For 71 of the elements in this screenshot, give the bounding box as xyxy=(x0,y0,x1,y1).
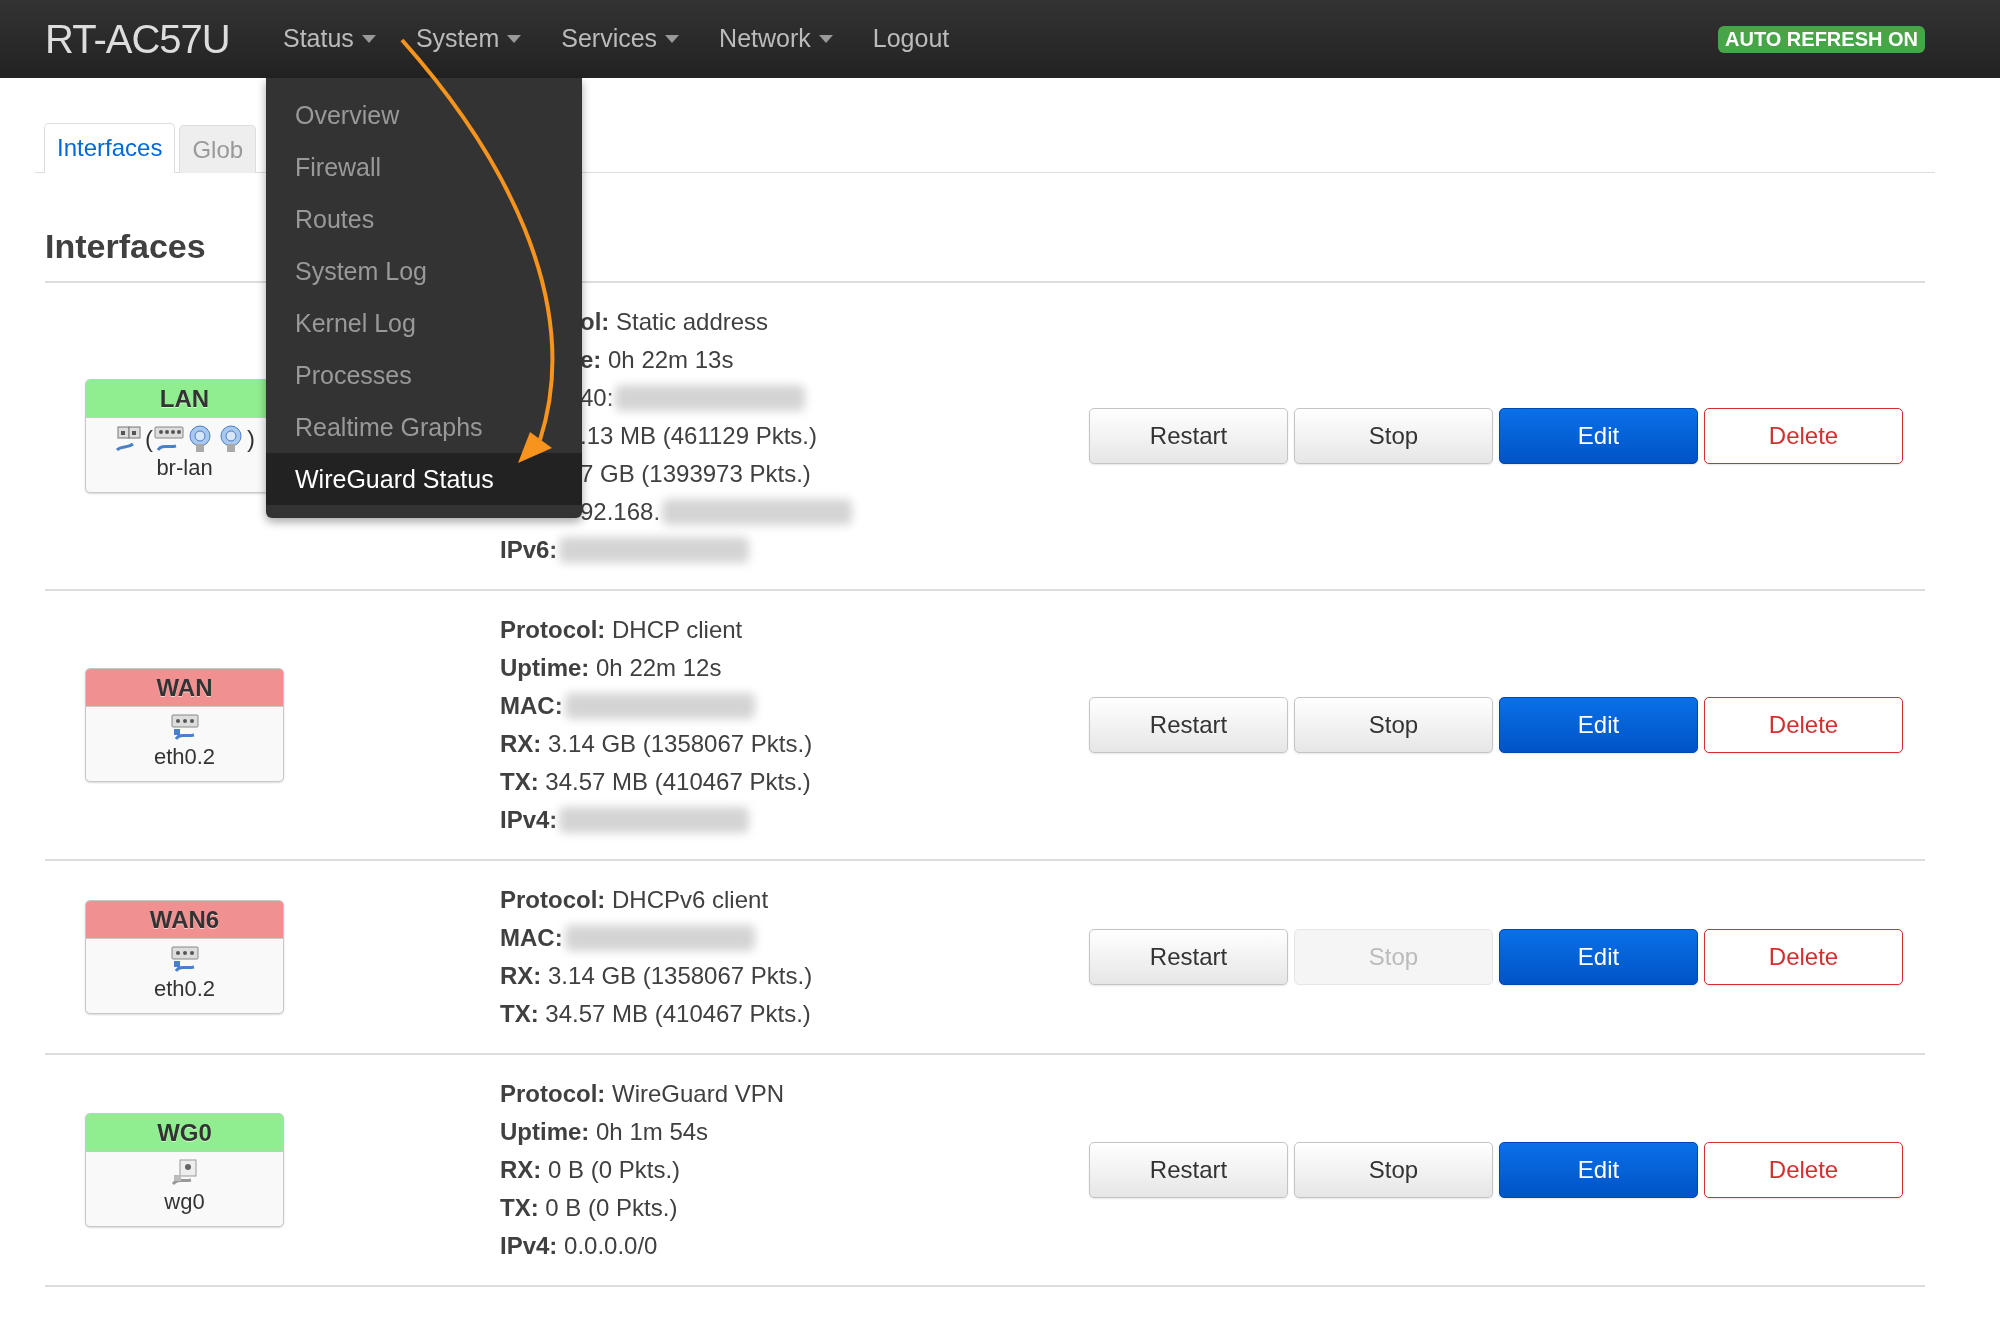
ethernet-port-icon xyxy=(169,945,200,975)
interface-name: WG0 xyxy=(86,1114,283,1152)
detail-text: 40: xyxy=(580,383,614,413)
tab[interactable]: Interfaces xyxy=(44,123,176,173)
action-button[interactable]: Delete xyxy=(1704,408,1903,464)
nav-menu[interactable]: Network xyxy=(699,20,853,58)
detail-text: TX: 34.57 MB (410467 Pkts.) xyxy=(500,767,811,797)
ethernet-switch-icon xyxy=(154,424,184,454)
nav-menu[interactable]: Status xyxy=(263,20,396,58)
nav-menu[interactable]: Logout xyxy=(852,20,970,58)
action-button[interactable]: Restart xyxy=(1089,697,1288,753)
detail-text: Uptime: 0h 22m 12s xyxy=(500,653,722,683)
nav-menu[interactable]: Services xyxy=(541,20,700,58)
interface-card[interactable]: WAN6 eth0.2 xyxy=(85,900,284,1014)
detail-text: MAC: xyxy=(500,691,563,721)
menu-item[interactable]: Firewall xyxy=(266,141,582,193)
action-button[interactable]: Restart xyxy=(1089,408,1288,464)
menu-item[interactable]: System Log xyxy=(266,245,582,297)
caret-icon xyxy=(361,35,376,43)
action-button[interactable]: Edit xyxy=(1499,929,1698,985)
brand-title[interactable]: RT-AC57U xyxy=(45,9,263,69)
detail-text: IPv6: xyxy=(500,535,558,565)
bracket-text: ( xyxy=(145,424,153,454)
network-device-icon xyxy=(169,1158,200,1188)
network-ports-icon xyxy=(114,424,144,454)
action-button[interactable]: Stop xyxy=(1294,408,1493,464)
action-button[interactable]: Delete xyxy=(1704,929,1903,985)
menu-item[interactable]: Kernel Log xyxy=(266,297,582,349)
detail-text: 92.168. xyxy=(580,497,661,527)
interface-name: WAN xyxy=(86,669,283,707)
detail-text: Protocol: DHCPv6 client xyxy=(500,885,769,915)
detail-text: Protocol: DHCP client xyxy=(500,615,743,645)
caret-icon xyxy=(818,35,833,43)
interface-card[interactable]: WG0 wg0 xyxy=(85,1113,284,1227)
detail-text: MAC: xyxy=(500,923,563,953)
detail-text: Protocol: WireGuard VPN xyxy=(500,1079,785,1109)
bracket-text: ) xyxy=(247,424,255,454)
detail-text: TX: 34.57 MB (410467 Pkts.) xyxy=(500,999,811,1029)
action-button[interactable]: Edit xyxy=(1499,697,1698,753)
nav-menu[interactable]: System xyxy=(395,20,542,58)
action-button[interactable]: Edit xyxy=(1499,408,1698,464)
caret-icon xyxy=(507,35,522,43)
device-name: eth0.2 xyxy=(152,975,217,1003)
detail-text: Uptime: 0h 1m 54s xyxy=(500,1117,709,1147)
detail-text: IPv4: xyxy=(500,805,558,835)
menu-item[interactable]: Routes xyxy=(266,193,582,245)
device-name: br-lan xyxy=(155,454,214,482)
ethernet-port-icon xyxy=(169,713,200,743)
device-name: eth0.2 xyxy=(152,743,217,771)
detail-text: RX: 0 B (0 Pkts.) xyxy=(500,1155,681,1185)
action-button[interactable]: Restart xyxy=(1089,929,1288,985)
caret-icon xyxy=(665,35,680,43)
auto-refresh-badge[interactable]: AUTO REFRESH ON xyxy=(1718,25,1925,53)
detail-text: TX: 0 B (0 Pkts.) xyxy=(500,1193,678,1223)
detail-text: RX: 3.14 GB (1358067 Pkts.) xyxy=(500,961,813,991)
action-button[interactable]: Restart xyxy=(1089,1142,1288,1198)
interface-card[interactable]: WAN eth0.2 xyxy=(85,668,284,782)
menu-item[interactable]: WireGuard Status xyxy=(266,453,582,505)
device-name: wg0 xyxy=(163,1188,206,1216)
action-button[interactable]: Stop xyxy=(1294,697,1493,753)
detail-text: RX: 3.14 GB (1358067 Pkts.) xyxy=(500,729,813,759)
menu-item[interactable]: Overview xyxy=(266,89,582,141)
action-button[interactable]: Delete xyxy=(1704,1142,1903,1198)
detail-text: .13 MB (461129 Pkts.) xyxy=(580,421,817,451)
detail-text: IPv4: 0.0.0.0/0 xyxy=(500,1231,658,1261)
action-button[interactable]: Stop xyxy=(1294,1142,1493,1198)
detail-text: ol: Static address xyxy=(580,307,769,337)
action-button[interactable]: Delete xyxy=(1704,697,1903,753)
interface-name: WAN6 xyxy=(86,901,283,939)
detail-text: 7 GB (1393973 Pkts.) xyxy=(580,459,811,489)
action-button[interactable]: Edit xyxy=(1499,1142,1698,1198)
